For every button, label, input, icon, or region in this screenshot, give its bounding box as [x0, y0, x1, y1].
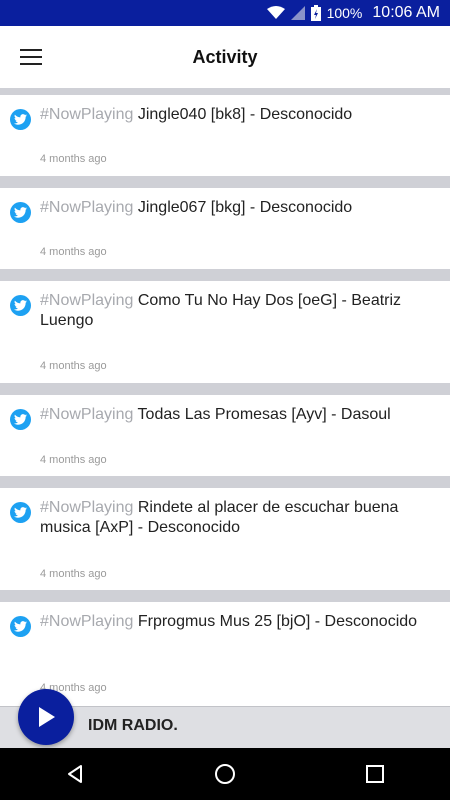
twitter-icon [10, 409, 31, 430]
status-bar: 100% 10:06 AM [0, 0, 450, 26]
twitter-icon [10, 202, 31, 223]
play-icon [39, 707, 55, 727]
timestamp: 4 months ago [40, 568, 107, 580]
list-item[interactable]: #NowPlaying Rindete al placer de escucha… [0, 488, 450, 590]
twitter-icon [10, 295, 31, 316]
hashtag[interactable]: #NowPlaying [40, 499, 133, 516]
play-button[interactable] [18, 689, 74, 745]
clock: 10:06 AM [372, 4, 440, 21]
back-icon[interactable] [55, 754, 95, 794]
hamburger-menu-icon[interactable] [20, 49, 42, 65]
battery-percent: 100% [326, 5, 363, 21]
twitter-icon [10, 109, 31, 130]
station-name: IDM RADIO. [88, 717, 178, 734]
list-item[interactable]: #NowPlaying Como Tu No Hay Dos [oeG] - B… [0, 281, 450, 383]
system-nav-bar [0, 748, 450, 800]
timestamp: 4 months ago [40, 153, 107, 165]
hashtag[interactable]: #NowPlaying [40, 199, 133, 216]
post-text: #NowPlaying Jingle040 [bk8] - Desconocid… [40, 106, 353, 123]
list-item[interactable]: #NowPlaying Jingle040 [bk8] - Desconocid… [0, 95, 450, 176]
timestamp: 4 months ago [40, 360, 107, 372]
app-bar: Activity [0, 26, 450, 88]
post-text: #NowPlaying Rindete al placer de escucha… [40, 499, 399, 536]
twitter-icon [10, 502, 31, 523]
twitter-icon [10, 616, 31, 637]
wifi-icon [266, 6, 285, 20]
recents-icon[interactable] [355, 754, 395, 794]
signal-icon [290, 6, 305, 20]
post-text: #NowPlaying Jingle067 [bkg] - Desconocid… [40, 199, 353, 216]
battery-charging-icon [310, 5, 321, 21]
hashtag[interactable]: #NowPlaying [40, 106, 133, 123]
home-icon[interactable] [205, 754, 245, 794]
timestamp: 4 months ago [40, 246, 107, 258]
post-text: #NowPlaying Todas Las Promesas [Ayv] - D… [40, 406, 391, 423]
list-item[interactable]: #NowPlaying Jingle067 [bkg] - Desconocid… [0, 188, 450, 269]
activity-feed[interactable]: #NowPlaying Jingle040 [bk8] - Desconocid… [0, 88, 450, 748]
post-text: #NowPlaying Frprogmus Mus 25 [bjO] - Des… [40, 613, 418, 630]
hashtag[interactable]: #NowPlaying [40, 613, 133, 630]
page-title: Activity [192, 46, 258, 67]
timestamp: 4 months ago [40, 454, 107, 466]
hashtag[interactable]: #NowPlaying [40, 406, 133, 423]
list-item[interactable]: #NowPlaying Todas Las Promesas [Ayv] - D… [0, 395, 450, 476]
hashtag[interactable]: #NowPlaying [40, 292, 133, 309]
post-text: #NowPlaying Como Tu No Hay Dos [oeG] - B… [40, 292, 402, 329]
